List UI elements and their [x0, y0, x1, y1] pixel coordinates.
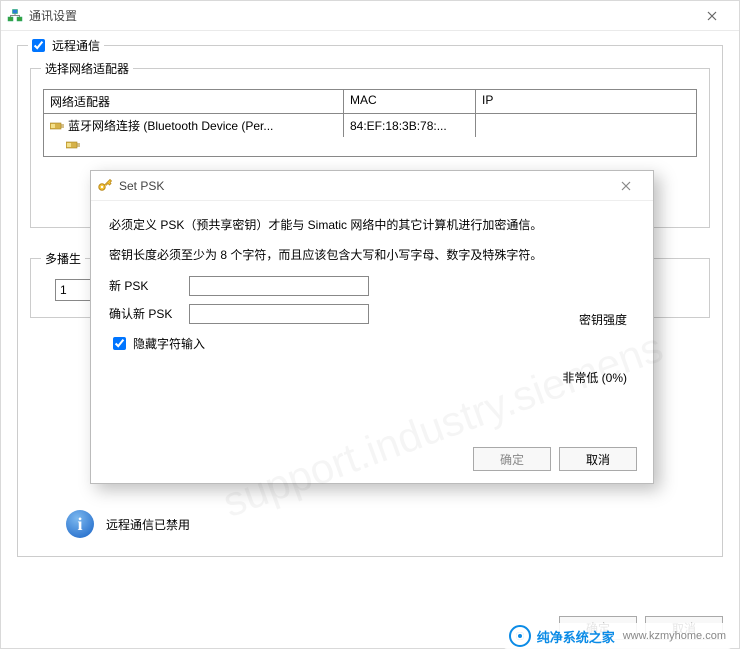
cell-ip: [476, 114, 696, 137]
multicast-gen-legend: 多播生: [41, 250, 85, 267]
cell-mac: 84:EF:18:3B:78:...: [344, 114, 476, 137]
psk-close-button[interactable]: [605, 172, 647, 200]
psk-text-1: 必须定义 PSK（预共享密钥）才能与 Simatic 网络中的其它计算机进行加密…: [109, 215, 635, 235]
new-psk-row: 新 PSK: [109, 276, 635, 296]
info-icon: i: [66, 510, 94, 538]
table-row[interactable]: [44, 137, 696, 156]
col-adapter-header[interactable]: 网络适配器: [44, 90, 344, 113]
nic-icon: [50, 120, 64, 132]
psk-cancel-button[interactable]: 取消: [559, 447, 637, 471]
table-row[interactable]: 蓝牙网络连接 (Bluetooth Device (Per... 84:EF:1…: [44, 114, 696, 137]
new-psk-label: 新 PSK: [109, 277, 189, 294]
page-watermark: 纯净系统之家 www.kzmyhome.com: [503, 623, 732, 649]
network-pcs-icon: [7, 8, 23, 24]
psk-ok-button[interactable]: 确定: [473, 447, 551, 471]
cell-adapter: 蓝牙网络连接 (Bluetooth Device (Per...: [44, 114, 344, 137]
hide-chars-label: 隐藏字符输入: [133, 335, 205, 352]
adapter-table: 网络适配器 MAC IP: [43, 89, 697, 157]
nic-icon: [66, 139, 80, 151]
psk-strength-value: 非常低 (0%): [562, 369, 627, 386]
remote-checkbox[interactable]: [32, 39, 45, 52]
close-icon: [621, 181, 631, 191]
hide-chars-row: 隐藏字符输入: [109, 334, 635, 353]
cell-adapter-text: 蓝牙网络连接 (Bluetooth Device (Per...: [68, 117, 273, 134]
psk-content: support.industry.siemens 必须定义 PSK（预共享密钥）…: [91, 201, 653, 483]
col-ip-header[interactable]: IP: [476, 90, 696, 113]
key-icon: [97, 178, 113, 194]
status-row: i 远程通信已禁用: [66, 510, 190, 538]
new-psk-input[interactable]: [189, 276, 369, 296]
main-titlebar[interactable]: 通讯设置: [1, 1, 739, 31]
close-icon: [707, 11, 717, 21]
status-text: 远程通信已禁用: [106, 516, 190, 533]
psk-title: Set PSK: [119, 179, 605, 193]
psk-text-2: 密钥长度必须至少为 8 个字符，而且应该包含大写和小写字母、数字及特殊字符。: [109, 245, 635, 265]
adapter-thead: 网络适配器 MAC IP: [44, 90, 696, 114]
col-mac-header[interactable]: MAC: [344, 90, 476, 113]
confirm-psk-label: 确认新 PSK: [109, 305, 189, 322]
remote-checkbox-label: 远程通信: [52, 37, 100, 54]
confirm-psk-input[interactable]: [189, 304, 369, 324]
psk-titlebar[interactable]: Set PSK: [91, 171, 653, 201]
psk-strength-label: 密钥强度: [579, 311, 627, 328]
remote-legend: 远程通信: [28, 37, 104, 54]
brand-url: www.kzmyhome.com: [623, 630, 726, 642]
brand-text: 纯净系统之家: [537, 627, 615, 646]
psk-modal: Set PSK support.industry.siemens 必须定义 PS…: [90, 170, 654, 484]
main-close-button[interactable]: [691, 2, 733, 30]
psk-buttons: 确定 取消: [473, 447, 637, 471]
brand-logo-icon: [509, 625, 531, 647]
adapter-legend: 选择网络适配器: [41, 60, 133, 77]
confirm-psk-row: 确认新 PSK: [109, 304, 635, 324]
main-title: 通讯设置: [29, 7, 691, 24]
hide-chars-checkbox[interactable]: [113, 337, 126, 350]
